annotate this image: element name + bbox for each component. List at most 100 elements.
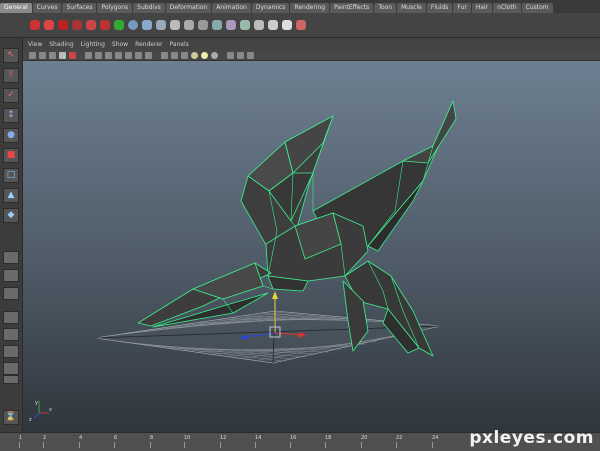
plane-icon[interactable] <box>198 20 208 30</box>
two-d-pan-icon[interactable] <box>69 51 76 59</box>
tab-curves[interactable]: Curves <box>32 3 62 13</box>
tick-mark <box>361 442 362 448</box>
menu-lighting[interactable]: Lighting <box>81 41 105 48</box>
tick-mark <box>396 442 397 448</box>
wireframe-icon[interactable] <box>161 51 168 59</box>
shadows-icon[interactable] <box>211 51 218 59</box>
light-icon[interactable] <box>142 20 152 30</box>
tick-mark <box>432 442 433 448</box>
image-plane-icon[interactable] <box>59 51 66 59</box>
lasso-select-icon[interactable]: ✌ <box>3 68 19 83</box>
tab-toon[interactable]: Toon <box>374 3 397 13</box>
hypershade-layout-icon[interactable] <box>3 345 19 358</box>
outliner-layout-icon[interactable] <box>3 311 19 324</box>
menu-shading[interactable]: Shading <box>49 41 73 48</box>
field-chart-icon[interactable] <box>125 51 132 59</box>
perspective-viewport[interactable]: y x z <box>23 61 600 432</box>
tab-hair[interactable]: Hair <box>471 3 493 13</box>
frame-label: 18 <box>325 435 332 441</box>
graph-icon[interactable] <box>268 20 278 30</box>
paint-select-icon[interactable]: ✓ <box>3 88 19 103</box>
tab-muscle[interactable]: Muscle <box>397 3 426 13</box>
torus-icon[interactable] <box>212 20 222 30</box>
scene-canvas: y x z <box>29 100 457 423</box>
render-settings-icon[interactable] <box>86 20 96 30</box>
film-gate-icon[interactable] <box>95 51 102 59</box>
cube-icon[interactable] <box>170 20 180 30</box>
nodes-icon[interactable] <box>282 20 292 30</box>
menu-view[interactable]: View <box>28 41 42 48</box>
tab-surfaces[interactable]: Surfaces <box>62 3 97 13</box>
textured-icon[interactable] <box>191 51 198 59</box>
menu-panels[interactable]: Panels <box>169 41 188 48</box>
hud-icon[interactable] <box>247 51 254 59</box>
safe-title-icon[interactable] <box>145 51 152 59</box>
xray-icon[interactable] <box>227 51 234 59</box>
cone-icon[interactable] <box>226 20 236 30</box>
tick-mark <box>43 442 44 448</box>
tab-fluids[interactable]: Fluids <box>426 3 453 13</box>
viewport-menu-bar: View Shading Lighting Show Renderer Pane… <box>23 38 600 50</box>
lights-icon[interactable] <box>201 51 208 59</box>
custom-layout-icon[interactable] <box>3 362 19 375</box>
tab-general[interactable]: General <box>0 3 32 13</box>
frame-label: 1 <box>19 435 23 441</box>
move-tool-icon[interactable]: ↕ <box>3 108 19 123</box>
hypershade-icon[interactable] <box>100 20 110 30</box>
ipr-render-icon[interactable] <box>72 20 82 30</box>
help-icon[interactable] <box>44 20 54 30</box>
isolate-select-icon[interactable] <box>237 51 244 59</box>
menu-renderer[interactable]: Renderer <box>135 41 162 48</box>
spotlight-icon[interactable] <box>156 20 166 30</box>
soft-mod-icon[interactable]: ▲ <box>3 188 19 203</box>
tab-fur[interactable]: Fur <box>453 3 471 13</box>
resolution-gate-icon[interactable] <box>105 51 112 59</box>
tab-dynamics[interactable]: Dynamics <box>251 3 290 13</box>
sphere-icon[interactable] <box>128 20 138 30</box>
view-axis-gizmo: y x z <box>29 400 52 423</box>
manipulator-icon[interactable]: □ <box>3 168 19 183</box>
tab-ncloth[interactable]: nCloth <box>493 3 521 13</box>
tab-painteffects[interactable]: PaintEffects <box>330 3 374 13</box>
shaded-wireframe-icon[interactable] <box>181 51 188 59</box>
scissors-icon[interactable] <box>296 20 306 30</box>
deformer-icon[interactable] <box>254 20 264 30</box>
tick-mark <box>19 442 20 448</box>
layout-dropdown-icon[interactable] <box>3 375 19 384</box>
render-icon[interactable] <box>58 20 68 30</box>
camera-icon[interactable] <box>29 51 36 59</box>
tab-deformation[interactable]: Deformation <box>165 3 212 13</box>
time-slider-icon[interactable]: ⌛ <box>3 410 19 425</box>
rotate-tool-icon[interactable]: ● <box>3 128 19 143</box>
tab-rendering[interactable]: Rendering <box>290 3 330 13</box>
gate-mask-icon[interactable] <box>115 51 122 59</box>
side-by-side-layout-icon[interactable] <box>3 287 19 300</box>
frame-label: 12 <box>220 435 227 441</box>
tab-custom[interactable]: Custom <box>521 3 553 13</box>
bookmark-icon[interactable] <box>49 51 56 59</box>
smooth-shade-icon[interactable] <box>171 51 178 59</box>
tick-mark <box>220 442 221 448</box>
four-view-layout-icon[interactable] <box>3 269 19 282</box>
arrow-select-icon[interactable]: ↖ <box>3 48 19 63</box>
tab-subdivs[interactable]: Subdivs <box>133 3 165 13</box>
scale-tool-icon[interactable]: ■ <box>3 148 19 163</box>
menu-show[interactable]: Show <box>112 41 128 48</box>
shelf-tab-bar: General Curves Surfaces Polygons Subdivs… <box>0 0 600 13</box>
safe-action-icon[interactable] <box>135 51 142 59</box>
tab-animation[interactable]: Animation <box>212 3 251 13</box>
axis-label-z: z <box>29 417 32 423</box>
select-tool-icon[interactable] <box>30 20 40 30</box>
pipe-icon[interactable] <box>240 20 250 30</box>
single-view-layout-icon[interactable] <box>3 251 19 264</box>
tick-mark <box>79 442 80 448</box>
cylinder-icon[interactable] <box>184 20 194 30</box>
paint-icon[interactable] <box>114 20 124 30</box>
frame-label: 6 <box>114 435 118 441</box>
tab-polygons[interactable]: Polygons <box>97 3 133 13</box>
graph-layout-icon[interactable] <box>3 328 19 341</box>
last-tool-icon[interactable]: ◆ <box>3 208 19 223</box>
camera-attributes-icon[interactable] <box>39 51 46 59</box>
grid-toggle-icon[interactable] <box>85 51 92 59</box>
frame-label: 22 <box>396 435 403 441</box>
